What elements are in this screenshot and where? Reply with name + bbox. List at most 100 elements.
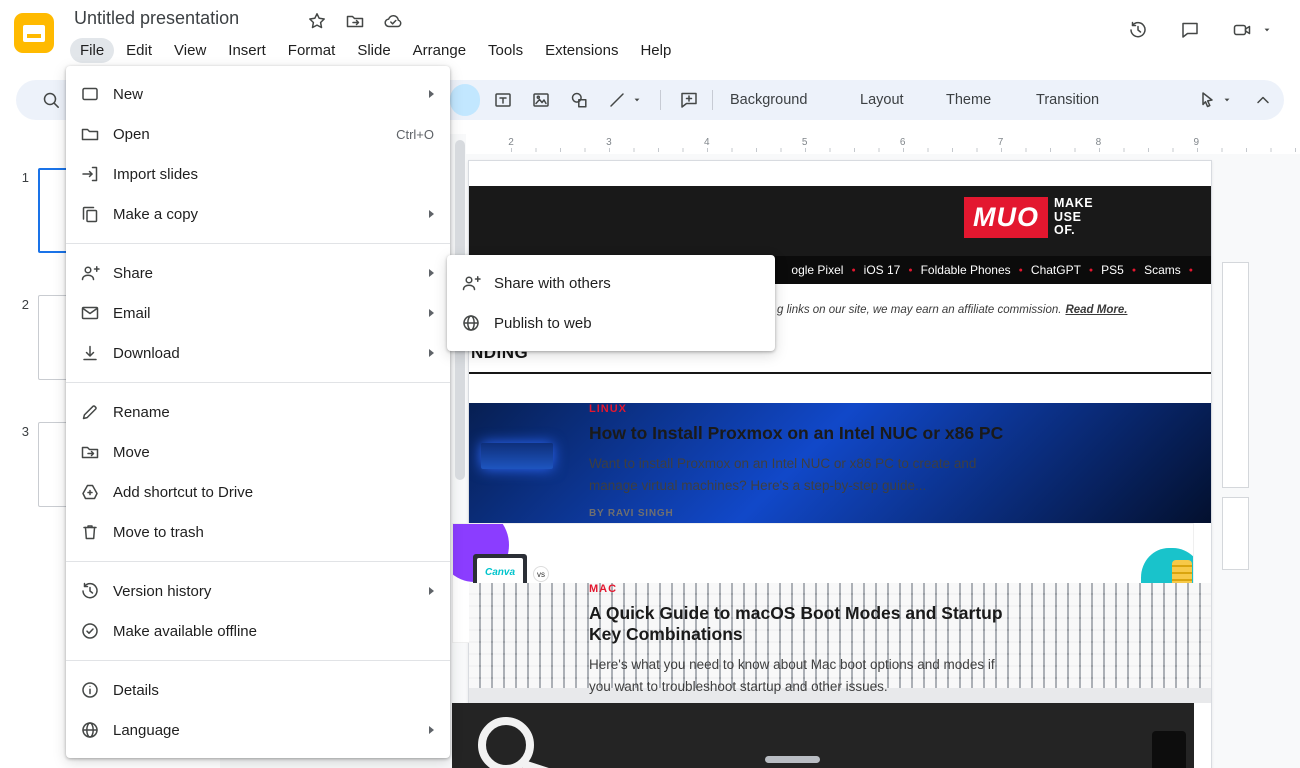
- file-menu-item-move-to-trash[interactable]: Move to trash: [66, 512, 450, 552]
- menu-item-label: Rename: [113, 404, 434, 421]
- slides-logo-icon[interactable]: [14, 13, 54, 53]
- file-menu-item-email[interactable]: Email: [66, 293, 450, 333]
- share-submenu-item-share-with-others[interactable]: Share with others: [447, 263, 775, 303]
- nav-item-scams: Scams: [1144, 263, 1201, 277]
- menu-separator: [66, 561, 450, 562]
- topbar: Untitled presentation FileEditViewInsert…: [0, 0, 1300, 70]
- trash-icon: [80, 522, 100, 542]
- transition-button[interactable]: Transition: [1024, 84, 1111, 116]
- active-tool-button[interactable]: [450, 84, 480, 116]
- ruler-tick-label: 7: [998, 137, 1004, 148]
- background-button[interactable]: Background: [718, 84, 819, 116]
- ruler-tick-label: 4: [704, 137, 710, 148]
- insert-image-icon[interactable]: [528, 87, 554, 113]
- person-add-icon: [461, 273, 481, 293]
- collapse-toolbar-icon[interactable]: [1250, 87, 1276, 113]
- menu-help[interactable]: Help: [630, 38, 681, 63]
- file-menu-item-download[interactable]: Download: [66, 333, 450, 373]
- article-title: How to Install Proxmox on an Intel NUC o…: [589, 423, 1019, 444]
- file-menu-item-add-shortcut-to-drive[interactable]: Add shortcut to Drive: [66, 472, 450, 512]
- menu-item-label: New: [113, 86, 416, 103]
- email-icon: [80, 303, 100, 323]
- website-header: MUO MAKE USE OF.: [469, 186, 1211, 256]
- horizontal-scrollbar[interactable]: [765, 756, 820, 763]
- cloud-status-icon[interactable]: [382, 10, 404, 32]
- muo-logo: MUO MAKE USE OF.: [964, 197, 1093, 238]
- drive-shortcut-icon: [80, 482, 100, 502]
- menu-separator: [66, 243, 450, 244]
- menubar: FileEditViewInsertFormatSlideArrangeTool…: [70, 38, 681, 63]
- menu-tools[interactable]: Tools: [478, 38, 533, 63]
- article-2: MACA Quick Guide to macOS Boot Modes and…: [469, 583, 1211, 703]
- menu-arrange[interactable]: Arrange: [403, 38, 476, 63]
- article-1: LINUX How to Install Proxmox on an Intel …: [469, 403, 1211, 523]
- menu-item-label: Move to trash: [113, 524, 434, 541]
- menu-file[interactable]: File: [70, 38, 114, 63]
- menu-separator: [66, 660, 450, 661]
- nav-item-chatgpt: ChatGPT: [1031, 263, 1101, 277]
- version-history-icon: [80, 581, 100, 601]
- menu-item-label: Version history: [113, 583, 416, 600]
- menu-item-label: Share with others: [494, 275, 759, 292]
- pointer-caret-down-icon[interactable]: [1220, 87, 1234, 113]
- menu-item-label: Make a copy: [113, 206, 416, 223]
- submenu-arrow-icon: [429, 587, 434, 595]
- muo-logo-box: MUO: [964, 197, 1048, 238]
- file-menu-item-make-available-offline[interactable]: Make available offline: [66, 611, 450, 651]
- menu-view[interactable]: View: [164, 38, 216, 63]
- canvas-placeholder-box: [1222, 262, 1249, 488]
- article-side-image: [452, 703, 1194, 768]
- menu-insert[interactable]: Insert: [218, 38, 276, 63]
- toolbar-divider: [712, 90, 713, 110]
- menu-format[interactable]: Format: [278, 38, 346, 63]
- pointer-tool-icon[interactable]: [1194, 87, 1220, 113]
- file-menu-item-open[interactable]: OpenCtrl+O: [66, 114, 450, 154]
- file-menu-item-make-a-copy[interactable]: Make a copy: [66, 194, 450, 234]
- article-excerpt: Here's what you need to know about Mac b…: [589, 654, 1019, 698]
- file-menu-item-new[interactable]: New: [66, 74, 450, 114]
- meet-call-button[interactable]: [1231, 19, 1278, 41]
- menu-item-label: Import slides: [113, 166, 434, 183]
- file-menu-item-rename[interactable]: Rename: [66, 392, 450, 432]
- menu-item-label: Details: [113, 682, 434, 699]
- article-title: A Quick Guide to macOS Boot Modes and St…: [589, 603, 1019, 645]
- text-box-icon[interactable]: [490, 87, 516, 113]
- file-menu-item-language[interactable]: Language: [66, 710, 450, 750]
- line-caret-down-icon[interactable]: [630, 87, 644, 113]
- menu-extensions[interactable]: Extensions: [535, 38, 628, 63]
- ruler-tick-label: 6: [900, 137, 906, 148]
- insert-line-icon[interactable]: [604, 87, 630, 113]
- move-document-icon[interactable]: [344, 10, 366, 32]
- insert-comment-icon[interactable]: [676, 87, 702, 113]
- version-history-clock-icon[interactable]: [1127, 19, 1149, 41]
- slide-page[interactable]: MUO MAKE USE OF. ogle PixeliOS 17Foldabl…: [468, 160, 1212, 768]
- menu-separator: [66, 382, 450, 383]
- download-icon: [80, 343, 100, 363]
- menu-slide[interactable]: Slide: [347, 38, 400, 63]
- google-slides-app: Untitled presentation FileEditViewInsert…: [0, 0, 1300, 768]
- article-text: MACA Quick Guide to macOS Boot Modes and…: [589, 583, 1019, 720]
- menu-edit[interactable]: Edit: [116, 38, 162, 63]
- slide-number: 2: [0, 295, 38, 312]
- comments-icon[interactable]: [1179, 19, 1201, 41]
- article-category: LINUX: [589, 403, 1019, 415]
- file-menu-item-share[interactable]: Share: [66, 253, 450, 293]
- layout-button[interactable]: Layout: [848, 84, 916, 116]
- topbar-right: [1127, 19, 1278, 41]
- muo-logo-text: MAKE USE OF.: [1054, 197, 1093, 238]
- document-title[interactable]: Untitled presentation: [74, 8, 239, 29]
- info-icon: [80, 680, 100, 700]
- file-menu-item-version-history[interactable]: Version history: [66, 571, 450, 611]
- insert-shape-icon[interactable]: [566, 87, 592, 113]
- file-menu-item-import-slides[interactable]: Import slides: [66, 154, 450, 194]
- slide-number: 3: [0, 422, 38, 439]
- search-menus-icon[interactable]: [38, 87, 64, 113]
- offline-check-icon: [80, 621, 100, 641]
- theme-button[interactable]: Theme: [934, 84, 1003, 116]
- star-icon[interactable]: [306, 10, 328, 32]
- cable-tail-graphic: [518, 759, 560, 768]
- file-menu-item-move[interactable]: Move: [66, 432, 450, 472]
- share-submenu-item-publish-to-web[interactable]: Publish to web: [447, 303, 775, 343]
- file-menu-item-details[interactable]: Details: [66, 670, 450, 710]
- menu-item-label: Publish to web: [494, 315, 759, 332]
